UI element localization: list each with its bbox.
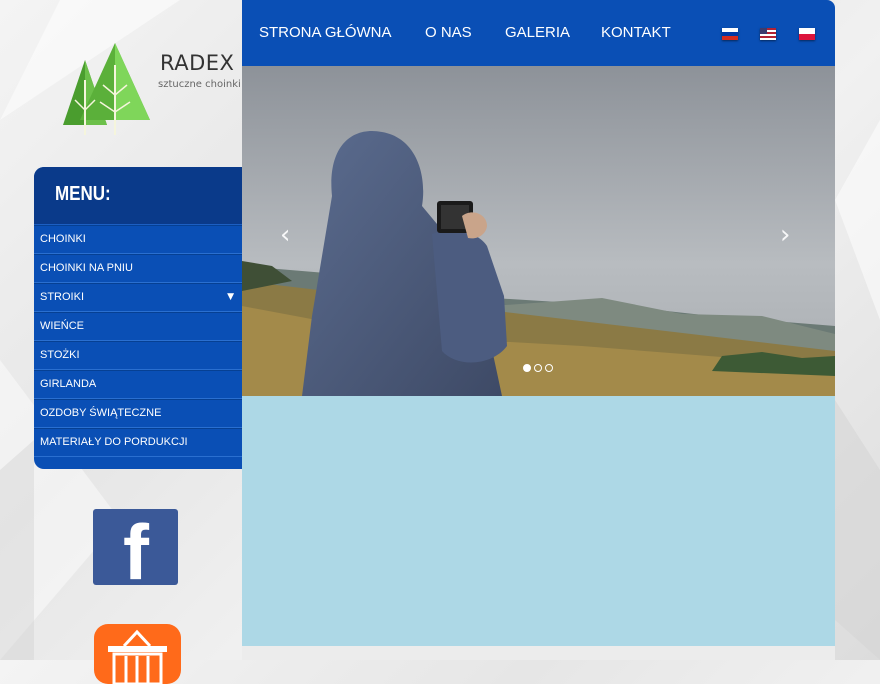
menu-list: CHOINKI CHOINKI NA PNIU STROIKI ▼ WIEŃCE … — [34, 225, 242, 457]
menu-item-label: WIEŃCE — [40, 320, 84, 332]
menu-item-materialy[interactable]: MATERIAŁY DO PORDUKCJI — [34, 428, 242, 457]
menu-item-ozdoby[interactable]: OZDOBY ŚWIĄTECZNE — [34, 399, 242, 428]
slider-dot[interactable] — [545, 364, 553, 372]
nav-link-contact[interactable]: KONTAKT — [601, 24, 671, 41]
brand-tagline: sztuczne choinki — [158, 79, 241, 90]
nav-link-about[interactable]: O NAS — [425, 24, 472, 41]
poland-flag-icon[interactable] — [799, 28, 815, 40]
slider-dot-active[interactable] — [523, 364, 531, 372]
content-panel — [242, 396, 835, 646]
menu-header: MENU: — [34, 167, 242, 225]
shopping-basket-icon[interactable] — [94, 624, 181, 684]
logo-trees-icon[interactable] — [55, 40, 155, 140]
menu-item-label: GIRLANDA — [40, 378, 97, 390]
menu-item-choinki-na-pniu[interactable]: CHOINKI NA PNIU — [34, 254, 242, 283]
top-navigation: STRONA GŁÓWNA O NAS GALERIA KONTAKT — [242, 0, 835, 66]
menu-item-stozki[interactable]: STOŻKI — [34, 341, 242, 370]
menu-item-label: CHOINKI NA PNIU — [40, 262, 133, 274]
slide-image — [242, 66, 835, 396]
chevron-down-icon[interactable]: ▼ — [227, 292, 234, 302]
nav-link-home[interactable]: STRONA GŁÓWNA — [259, 24, 392, 41]
nav-link-gallery[interactable]: GALERIA — [505, 24, 570, 41]
brand-name[interactable]: RADEX — [160, 51, 234, 75]
image-slider: ‹ › — [242, 66, 835, 396]
menu-item-wience[interactable]: WIEŃCE — [34, 312, 242, 341]
menu-item-label: MATERIAŁY DO PORDUKCJI — [40, 436, 188, 448]
menu-item-label: STROIKI — [40, 291, 85, 303]
menu-title: MENU: — [55, 183, 111, 205]
menu-item-choinki[interactable]: CHOINKI — [34, 225, 242, 254]
slider-prev-button[interactable]: ‹ — [280, 220, 290, 250]
menu-item-stroiki[interactable]: STROIKI ▼ — [34, 283, 242, 312]
menu-item-label: CHOINKI — [40, 233, 86, 245]
menu-item-label: STOŻKI — [40, 349, 80, 361]
russia-flag-icon[interactable] — [722, 28, 738, 40]
facebook-icon[interactable]: f — [93, 509, 178, 591]
menu-item-label: OZDOBY ŚWIĄTECZNE — [40, 407, 162, 419]
basket-glyph — [108, 629, 167, 684]
slider-next-button[interactable]: › — [780, 220, 790, 250]
usa-flag-icon[interactable] — [760, 28, 776, 40]
sidebar-menu: MENU: CHOINKI CHOINKI NA PNIU STROIKI ▼ W… — [34, 167, 242, 469]
facebook-letter: f — [123, 508, 149, 596]
slider-dot[interactable] — [534, 364, 542, 372]
main-content: STRONA GŁÓWNA O NAS GALERIA KONTAKT ‹ › — [242, 0, 835, 660]
menu-item-girlanda[interactable]: GIRLANDA — [34, 370, 242, 399]
